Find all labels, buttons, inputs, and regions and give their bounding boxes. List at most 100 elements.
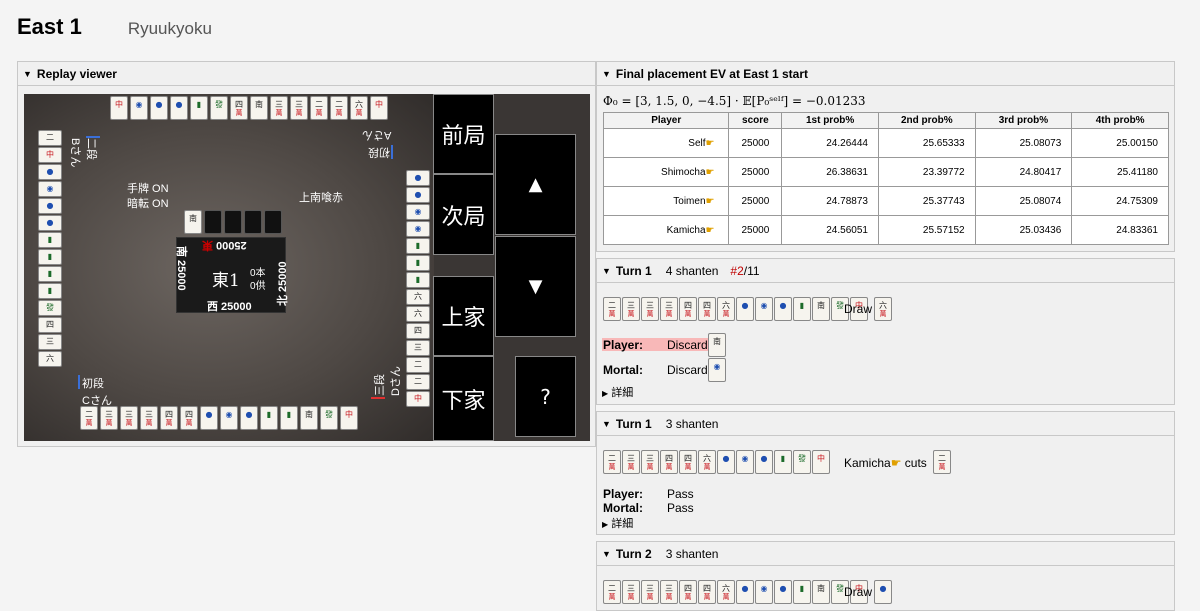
south-score: 南 25000: [175, 246, 187, 291]
step-forward-button[interactable]: ▼: [495, 236, 576, 337]
west-score: 西 25000: [207, 301, 252, 313]
details-toggle[interactable]: ▶ 詳細: [602, 384, 633, 400]
cell-p1: 24.26444: [781, 128, 879, 158]
cell-p1: 24.78873: [781, 186, 879, 216]
mahjong-tile: 二萬: [80, 406, 98, 430]
replay-viewer-header[interactable]: ▼ Replay viewer: [18, 62, 595, 86]
mahjong-tile: ●: [774, 580, 792, 604]
cell-value: 25000: [741, 224, 770, 236]
cell-score: 25000: [728, 186, 783, 216]
turn-header[interactable]: ▼ Turn 1 4 shanten #2/11: [597, 259, 1174, 283]
hand-display-toggle[interactable]: 手牌 ON: [127, 180, 169, 196]
mahjong-tile: 六萬: [698, 450, 716, 474]
mahjong-tile: 六萬: [874, 297, 892, 321]
ev-formula: Φ₀ = [3, 1.5, 0, −4.5] · 𝔼[P₀ˢᵉˡᶠ] = −0.…: [603, 94, 866, 108]
riichi-display-toggle[interactable]: 暗転 ON: [127, 195, 169, 211]
east-score-value: 25000: [216, 239, 247, 251]
mahjong-tile: 六萬: [350, 96, 368, 120]
prev-round-button[interactable]: 前局: [433, 94, 494, 174]
triangle-down-icon: ▼: [602, 548, 611, 559]
mahjong-tile: 中: [340, 406, 358, 430]
mahjong-tile: 四萬: [698, 297, 716, 321]
mahjong-tile: 四萬: [160, 406, 178, 430]
details-toggle[interactable]: ▶ 詳細: [602, 515, 633, 531]
east-score: 25000 東: [202, 238, 247, 254]
mahjong-tile: ◉: [38, 181, 62, 197]
hand-tiles: 二萬三萬三萬三萬四萬四萬六萬 ● ◉ ● ▮ 南發中: [603, 297, 869, 321]
help-button[interactable]: ?: [515, 356, 576, 437]
cell-p3: 25.08074: [974, 186, 1073, 216]
player-d-indicator: [371, 397, 385, 399]
mahjong-tile: 二萬: [310, 96, 328, 120]
replay-viewer-panel: ▼ Replay viewer 東1 0本 0供 西 25000 25000 東…: [17, 61, 596, 447]
column-header: Player: [602, 112, 730, 129]
mahjong-tile: 二: [38, 130, 62, 146]
mahjong-tile: 二: [406, 357, 430, 373]
mahjong-tile: 三萬: [140, 406, 158, 430]
cell-value: 24.26444: [826, 137, 868, 149]
mahjong-tile: ●: [240, 406, 258, 430]
mahjong-tile: ▮: [190, 96, 208, 120]
pointing-hand-icon: ☛: [705, 224, 715, 236]
turn-header[interactable]: ▼ Turn 1 3 shanten: [597, 412, 1174, 436]
mahjong-tile: ●: [736, 297, 754, 321]
cell-value: 25.08073: [1019, 137, 1062, 149]
mahjong-tile: 六萬: [717, 297, 735, 321]
details-label: 詳細: [611, 387, 634, 399]
panel-title: Final placement EV at East 1 start: [615, 66, 808, 81]
cell-p2: 23.39772: [877, 157, 976, 187]
mahjong-tile: 六萬: [717, 580, 735, 604]
mortal-label: Mortal:: [603, 363, 643, 377]
mahjong-tile: 發: [793, 450, 811, 474]
mahjong-tile: 六: [406, 289, 430, 305]
pointing-hand-icon: ☛: [890, 456, 902, 470]
cell-value: Kamicha: [666, 224, 706, 236]
player-d-name: Dさん: [390, 366, 402, 396]
mahjong-tile: 六: [38, 351, 62, 367]
mahjong-tile: 四萬: [660, 450, 678, 474]
north-score: 北 25000: [277, 261, 289, 306]
mahjong-tile: ●: [874, 580, 892, 604]
mahjong-tile: ▮: [406, 255, 430, 271]
column-header: 2nd prob%: [877, 112, 976, 129]
next-round-button[interactable]: 次局: [433, 174, 494, 255]
triangle-down-icon: ▼: [602, 68, 611, 79]
mahjong-tile: ●: [200, 406, 218, 430]
column-header: 3rd prob%: [974, 112, 1073, 129]
turn-title: Turn 1: [615, 416, 652, 431]
turn-title: Turn 2: [615, 546, 652, 561]
turn-panel-1: ▼ Turn 1 4 shanten #2/11 二萬三萬三萬三萬四萬四萬六萬 ●…: [596, 258, 1175, 405]
rules-label: 上南喰赤: [299, 192, 343, 204]
pointing-hand-icon: ☛: [705, 137, 715, 149]
cell-value: 24.83361: [1116, 224, 1158, 236]
step-back-button[interactable]: ▲: [495, 134, 576, 235]
rank-suffix: /11: [743, 263, 760, 278]
cell-value: 26.38631: [826, 166, 868, 178]
view-shimocha-button[interactable]: 下家: [433, 356, 494, 441]
drawn-tile: ●: [874, 580, 892, 604]
cell-value: 25.37743: [922, 195, 965, 207]
cell-score: 25000: [728, 157, 783, 187]
column-header: score: [728, 112, 783, 129]
cell-p1: 24.56051: [781, 215, 879, 245]
page-header: East 1 Ryuukyoku: [17, 14, 212, 42]
turn-header[interactable]: ▼ Turn 2 3 shanten: [597, 542, 1174, 566]
triangle-down-icon: ▼: [602, 418, 611, 429]
player-a-rank: 初段: [368, 146, 390, 158]
player-action: Pass: [667, 487, 694, 501]
triangle-right-icon: ▶: [602, 520, 609, 529]
mahjong-tile: ▮: [280, 406, 298, 430]
hand-tiles: 二萬三萬三萬四萬四萬六萬 ● ◉ ● ▮ 發中: [603, 450, 831, 474]
view-kamicha-button[interactable]: 上家: [433, 276, 494, 356]
mahjong-board: 東1 0本 0供 西 25000 25000 東 南 25000 北 25000…: [24, 94, 590, 441]
cell-value: Self: [688, 137, 706, 149]
mahjong-tile: 三萬: [120, 406, 138, 430]
cell-value: Shimocha: [661, 166, 706, 178]
cut-tile: 二萬: [933, 450, 951, 474]
placement-ev-header[interactable]: ▼ Final placement EV at East 1 start: [597, 62, 1174, 86]
cell-value: 25000: [741, 195, 770, 207]
mahjong-tile: 三: [38, 334, 62, 350]
mahjong-tile: 二萬: [603, 450, 621, 474]
mahjong-tile: ▮: [260, 406, 278, 430]
mahjong-tile: 三萬: [660, 297, 678, 321]
